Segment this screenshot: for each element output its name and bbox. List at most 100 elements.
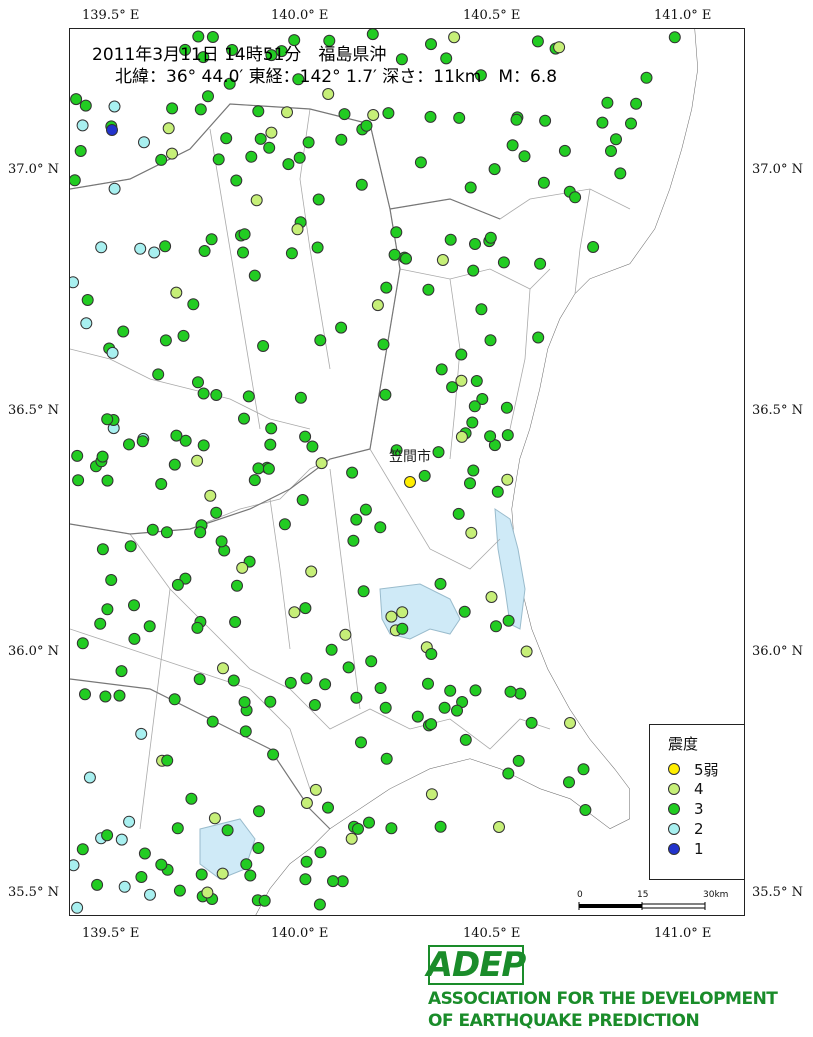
station-dot: [520, 645, 533, 658]
station-dot: [466, 416, 479, 429]
station-dot: [136, 435, 149, 448]
station-dot: [155, 478, 168, 490]
station-dot: [436, 254, 449, 266]
station-dot: [339, 628, 352, 641]
top-lon-label: 140.5° E: [463, 8, 521, 23]
station-dot: [438, 701, 451, 714]
station-dot: [239, 725, 252, 738]
station-dot: [128, 632, 141, 645]
station-dot: [294, 391, 307, 404]
bottom-lon-label: 140.5° E: [463, 926, 521, 941]
station-dot: [173, 884, 186, 897]
station-dot: [338, 108, 351, 121]
legend-label: 3: [694, 800, 704, 818]
station-dot: [229, 616, 242, 628]
station-dot: [264, 695, 277, 708]
station-dot: [138, 847, 151, 860]
station-dot: [170, 429, 183, 442]
station-dot: [217, 662, 229, 675]
station-dot: [106, 346, 119, 359]
station-dot: [579, 804, 592, 816]
station-dot: [212, 153, 225, 166]
station-dot-1: [106, 124, 118, 136]
station-dot: [448, 31, 461, 44]
station-dot: [262, 462, 275, 475]
bottom-lon-label: 141.0° E: [654, 926, 712, 941]
station-dot: [161, 754, 174, 767]
station-dot: [168, 693, 181, 706]
station-dot: [257, 340, 270, 352]
station-dot: [197, 387, 210, 400]
station-dot: [377, 338, 390, 351]
station-dot: [425, 648, 438, 660]
station-dot: [252, 462, 265, 475]
station-dot: [162, 122, 175, 135]
station-dot: [306, 440, 319, 453]
station-dot: [400, 252, 412, 265]
station-dot: [252, 105, 265, 118]
station-dot: [124, 540, 137, 553]
station-dot: [342, 661, 355, 674]
station-dot: [491, 485, 504, 498]
station-dot: [467, 264, 480, 277]
station-dot: [265, 126, 278, 139]
station-dot: [152, 368, 165, 381]
station-dot: [309, 783, 322, 796]
station-dot: [206, 715, 219, 728]
station-dot: [432, 446, 445, 459]
station-dot: [385, 610, 398, 623]
event-coordinates: 北緯：36° 44.0′ 東経：142° 1.7′ 深さ：11km M：6.8: [115, 67, 558, 87]
station-dot: [374, 682, 387, 694]
station-dot: [253, 805, 265, 818]
station-dot: [101, 474, 114, 487]
logo-mark: ADEP: [426, 945, 526, 985]
station-dot: [194, 526, 207, 539]
station-dot: [425, 38, 437, 51]
station-dot: [380, 752, 393, 765]
station-dot: [422, 283, 435, 296]
station-dot: [366, 29, 379, 41]
right-lat-label: 37.0° N: [752, 162, 803, 177]
station-dot: [166, 102, 179, 115]
station-dot: [70, 174, 81, 187]
station-dot: [159, 334, 172, 347]
station-dot: [610, 133, 622, 146]
station-dot: [325, 643, 338, 656]
station-dot: [267, 748, 280, 761]
right-lat-label: 36.0° N: [752, 644, 803, 659]
station-dot: [170, 286, 183, 299]
station-dot: [357, 585, 370, 598]
station-dot: [201, 886, 214, 899]
station-dot: [459, 733, 472, 746]
map-frame: [69, 28, 745, 916]
station-dot: [425, 718, 438, 731]
station-dot: [512, 754, 525, 767]
station-dot: [282, 158, 295, 171]
station-dot: [108, 182, 121, 195]
station-dot: [350, 691, 363, 704]
legend-item: 4: [668, 779, 704, 799]
station-dot: [359, 503, 372, 516]
station-dot: [510, 113, 523, 126]
station-dot: [500, 401, 513, 414]
station-dot: [327, 875, 339, 888]
station-dot: [118, 880, 131, 893]
station-dot: [191, 621, 204, 634]
station-dot: [335, 133, 348, 146]
station-dot: [254, 132, 267, 145]
station-dot: [355, 736, 367, 749]
station-dot: [72, 474, 85, 487]
station-dot: [210, 506, 223, 519]
station-dot: [347, 534, 360, 547]
station-dot: [484, 334, 497, 347]
station-dot: [614, 167, 627, 180]
scale-label: 30km: [703, 890, 729, 900]
station-dot: [605, 145, 617, 157]
station-dot: [76, 637, 89, 650]
scale-label: 15: [637, 890, 649, 900]
station-dot: [71, 449, 84, 462]
station-dot: [177, 329, 190, 342]
station-dot: [484, 231, 497, 244]
station-dot: [558, 144, 571, 157]
station-dot: [488, 163, 501, 176]
